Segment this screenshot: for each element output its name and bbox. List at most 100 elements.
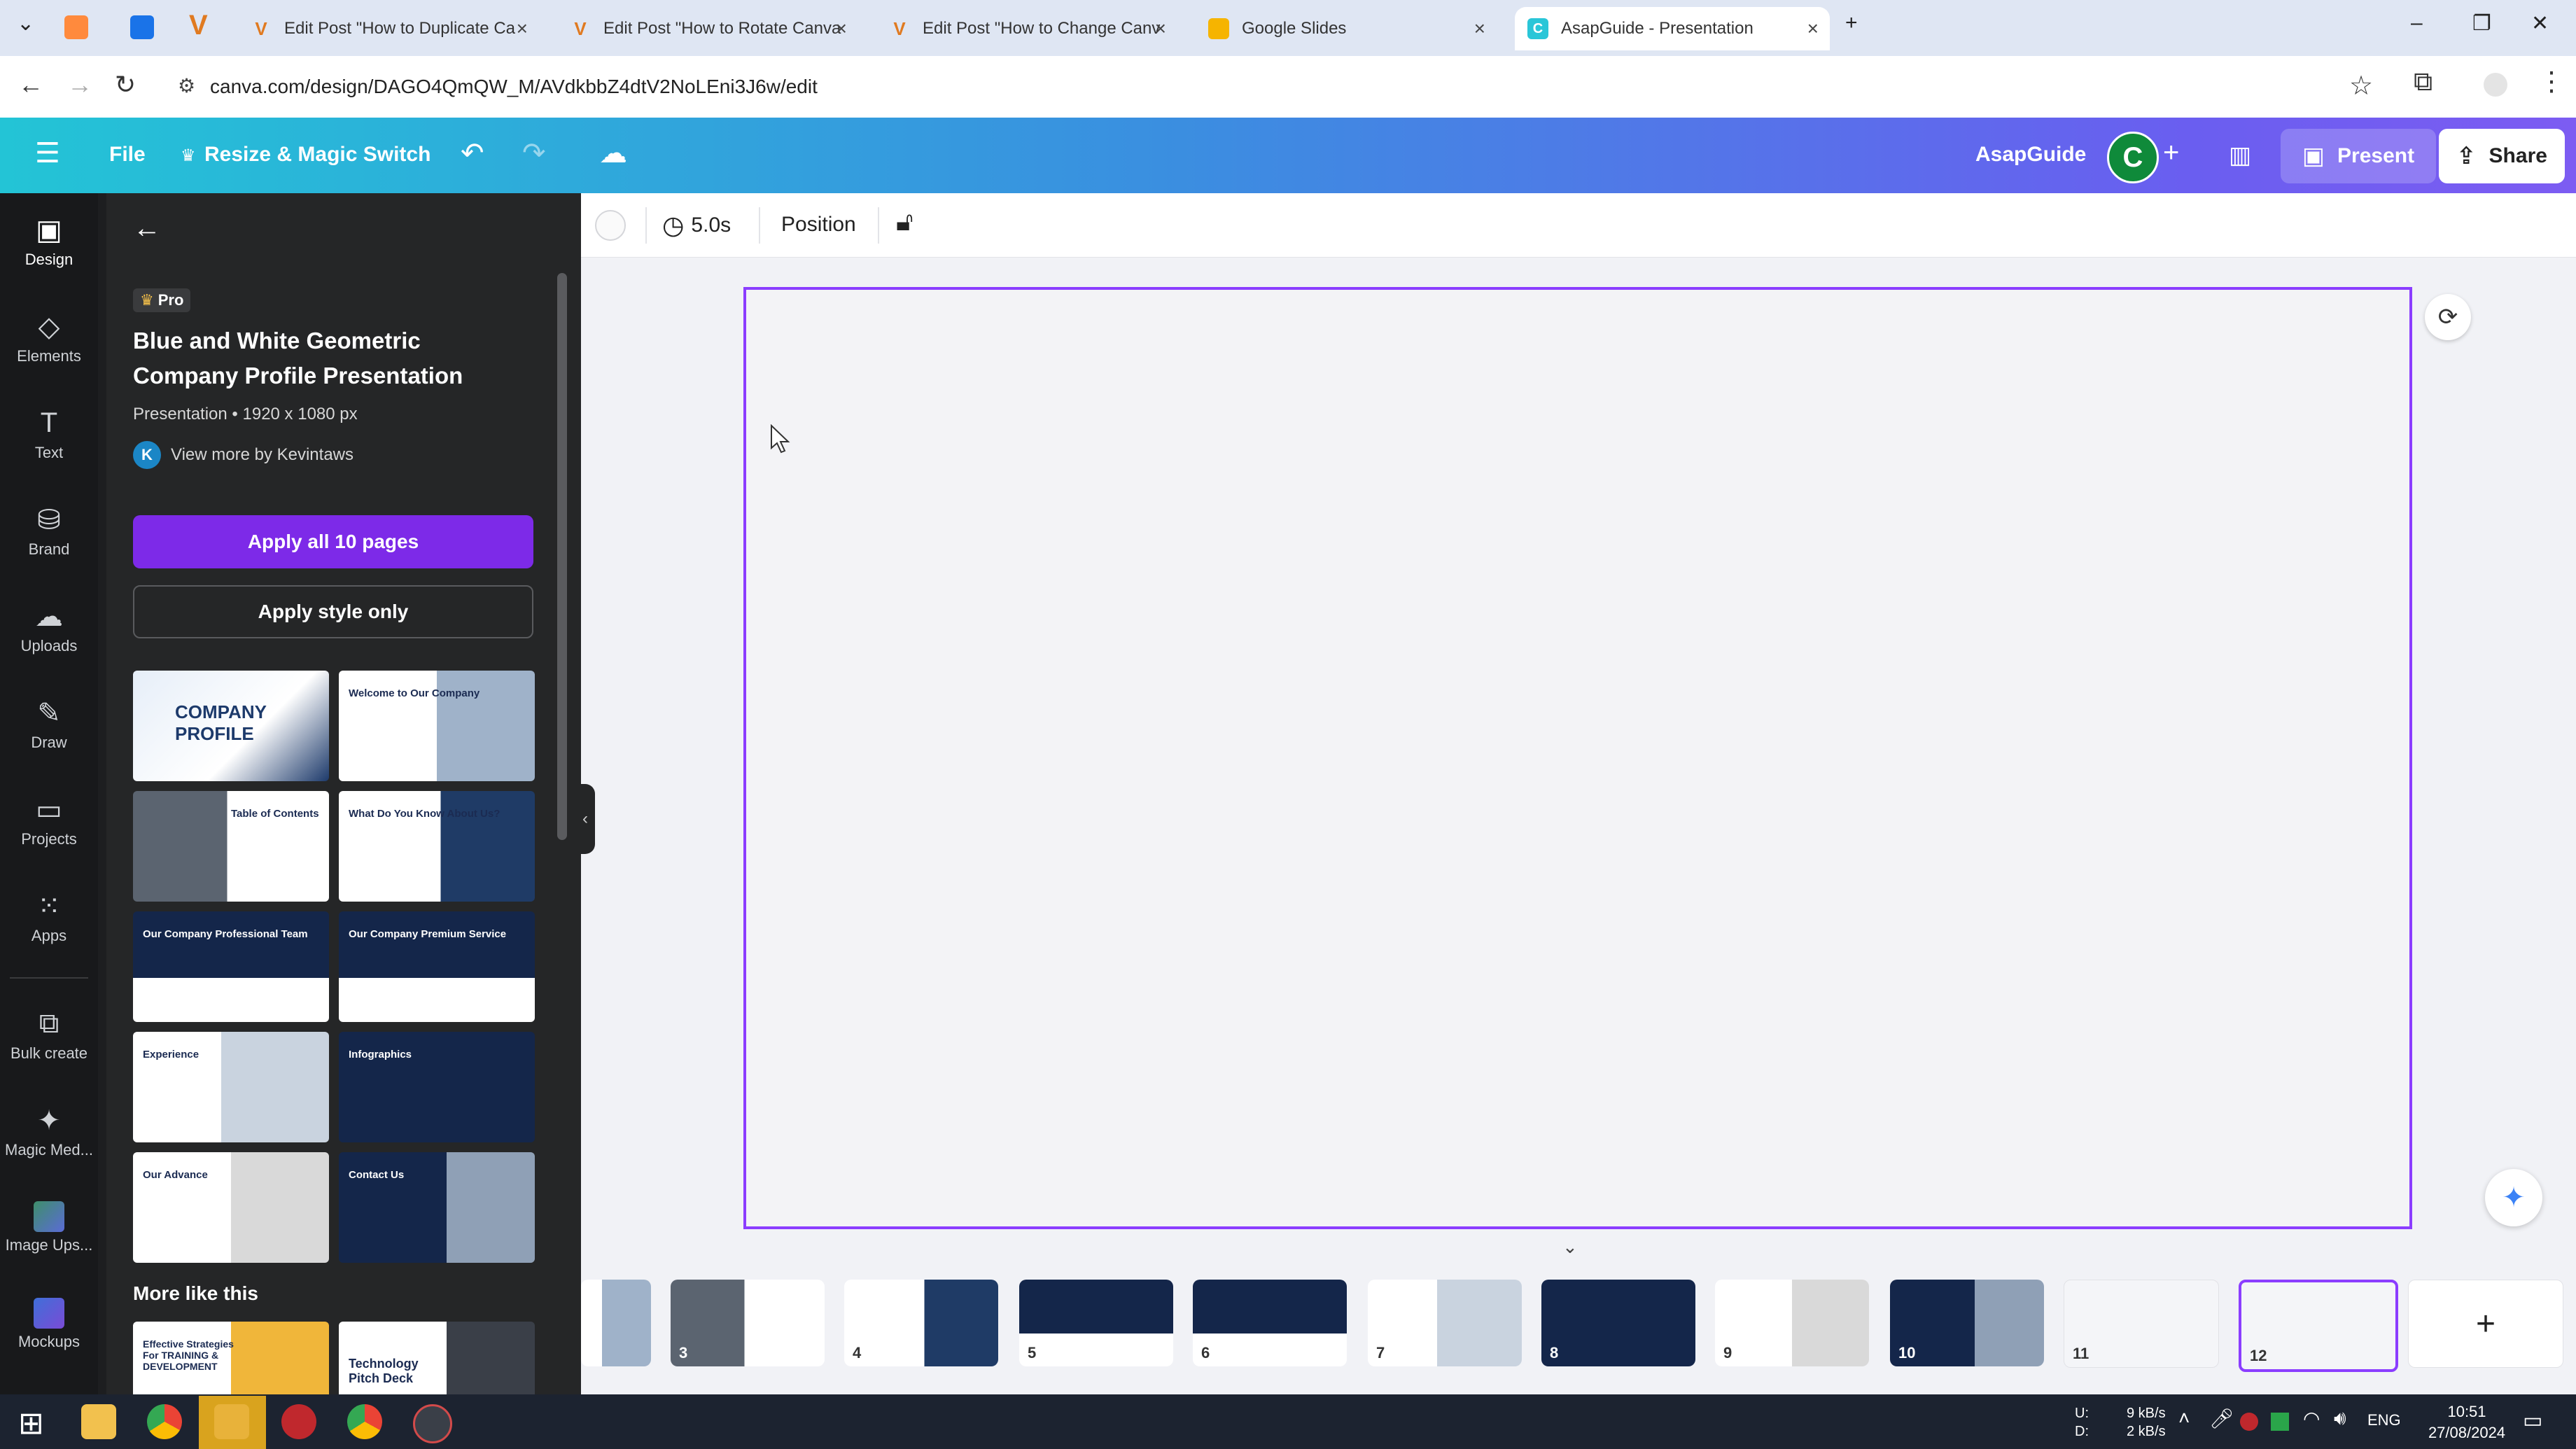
page-thumbnail-partial[interactable] (581, 1280, 651, 1366)
site-info-icon[interactable]: ⚙ (178, 74, 195, 97)
rail-item-mockups[interactable]: Mockups (0, 1298, 98, 1351)
rail-item-elements[interactable]: ◇ Elements (0, 311, 98, 365)
template-page-thumbnail[interactable]: COMPANY PROFILE (133, 671, 329, 781)
panel-scrollbar[interactable] (557, 273, 567, 840)
position-button[interactable]: Position (781, 213, 856, 237)
new-tab-icon[interactable]: + (1845, 11, 1858, 35)
tab-search-icon[interactable]: ⌄ (17, 11, 34, 36)
hamburger-menu-icon[interactable]: ☰ (35, 137, 60, 169)
page-thumbnail[interactable]: 4 (844, 1280, 998, 1366)
related-template-thumbnail[interactable]: Effective Strategies For TRAINING & DEVE… (133, 1322, 329, 1394)
rail-item-design[interactable]: ▣ Design (0, 214, 98, 269)
close-window-icon[interactable]: ✕ (2531, 11, 2549, 36)
slide-canvas[interactable] (743, 287, 2412, 1229)
rail-item-projects[interactable]: ▭ Projects (0, 794, 98, 848)
windows-start-icon[interactable]: ⊞ (18, 1406, 44, 1441)
volume-icon[interactable]: 🔊︎ (2334, 1407, 2346, 1430)
back-icon[interactable]: ← (18, 70, 43, 99)
template-page-thumbnail[interactable]: Our Company Premium Service (339, 911, 535, 1022)
rail-item-uploads[interactable]: ☁ Uploads (0, 601, 98, 655)
close-tab-icon[interactable]: × (1474, 18, 1485, 40)
language-indicator[interactable]: ENG (2367, 1411, 2401, 1429)
author-link[interactable]: K View more by Kevintaws (133, 441, 354, 469)
avatar[interactable]: C (2107, 132, 2159, 183)
pinned-tab-icon[interactable] (130, 15, 154, 39)
file-menu[interactable]: File (109, 143, 146, 167)
add-member-icon[interactable]: + (2163, 137, 2179, 169)
rail-item-draw[interactable]: ✎ Draw (0, 697, 98, 752)
pinned-tab-icon[interactable] (64, 15, 88, 39)
present-button[interactable]: ▣ Present (2281, 129, 2436, 183)
template-page-thumbnail[interactable]: Table of Contents (133, 791, 329, 902)
browser-tab[interactable]: Google Slides × (1196, 7, 1497, 50)
page-thumbnail[interactable]: 5 (1019, 1280, 1173, 1366)
browser-tab-active[interactable]: C AsapGuide - Presentation × (1515, 7, 1830, 50)
bookmark-star-icon[interactable]: ☆ (2349, 70, 2373, 102)
close-tab-icon[interactable]: × (517, 18, 528, 40)
add-page-button[interactable]: + (2408, 1280, 2563, 1368)
browser-tab[interactable]: V Edit Post "How to Change Canv × (876, 7, 1177, 50)
clock[interactable]: 10:51 27/08/2024 (2418, 1401, 2516, 1443)
forward-icon[interactable]: → (67, 70, 92, 99)
restore-icon[interactable]: ❐ (2472, 11, 2491, 36)
apply-all-pages-button[interactable]: Apply all 10 pages (133, 515, 533, 568)
rail-item-image-upscaler[interactable]: Image Ups... (0, 1201, 98, 1254)
add-comment-icon[interactable]: ⟳ (2425, 294, 2471, 340)
rail-item-magic-media[interactable]: ✦ Magic Med... (0, 1105, 98, 1159)
page-thumbnail[interactable]: 6 (1193, 1280, 1347, 1366)
recorder-icon[interactable] (281, 1404, 316, 1439)
background-color-swatch[interactable] (595, 210, 626, 241)
file-explorer-icon[interactable] (81, 1404, 116, 1439)
page-thumbnail[interactable]: 8 (1541, 1280, 1695, 1366)
apply-style-only-button[interactable]: Apply style only (133, 585, 533, 638)
share-button[interactable]: ⇪ Share (2439, 129, 2565, 183)
template-page-thumbnail[interactable]: Experience (133, 1032, 329, 1142)
undo-icon[interactable]: ↶ (461, 137, 484, 169)
notifications-icon[interactable]: ▭ (2523, 1408, 2542, 1433)
reload-icon[interactable]: ↻ (115, 70, 136, 99)
lock-icon[interactable]: 🔓︎ (896, 207, 913, 237)
close-tab-icon[interactable]: × (836, 18, 847, 40)
rail-item-brand[interactable]: ⛁ Brand (0, 504, 98, 559)
page-thumbnail-selected[interactable]: 12 (2239, 1280, 2398, 1372)
chrome-icon[interactable] (347, 1404, 382, 1439)
close-tab-icon[interactable]: × (1155, 18, 1166, 40)
template-page-thumbnail[interactable]: Infographics (339, 1032, 535, 1142)
rail-item-bulk-create[interactable]: ⧉ Bulk create (0, 1008, 98, 1063)
template-page-thumbnail[interactable]: Contact Us (339, 1152, 535, 1263)
rail-item-apps[interactable]: ⁙ Apps (0, 890, 98, 945)
team-name[interactable]: AsapGuide (1975, 143, 2086, 167)
v-logo-icon[interactable]: V (189, 10, 208, 41)
rail-item-text[interactable]: T Text (0, 407, 98, 462)
template-page-thumbnail[interactable]: What Do You Know About Us? (339, 791, 535, 902)
tray-app-icon[interactable] (2271, 1413, 2289, 1431)
url-field[interactable]: ⚙ canva.com/design/DAGO4QmQW_M/AVdkbbZ4d… (168, 64, 2408, 109)
microphone-icon[interactable]: 🎤︎ (2209, 1407, 2234, 1430)
minimize-icon[interactable]: – (2411, 11, 2423, 35)
browser-tab[interactable]: V Edit Post "How to Rotate Canva × (557, 7, 858, 50)
page-thumbnail[interactable]: 9 (1715, 1280, 1869, 1366)
close-tab-icon[interactable]: × (1807, 18, 1819, 40)
template-page-thumbnail[interactable]: Our Company Professional Team (133, 911, 329, 1022)
page-thumbnail[interactable]: 10 (1890, 1280, 2044, 1366)
template-page-thumbnail[interactable]: Welcome to Our Company (339, 671, 535, 781)
cloud-save-icon[interactable]: ☁ (599, 137, 627, 169)
extensions-icon[interactable]: ⧉ (2414, 67, 2432, 97)
redo-icon[interactable]: ↷ (522, 137, 546, 169)
template-page-thumbnail[interactable]: Our Advance (133, 1152, 329, 1263)
browser-tab[interactable]: V Edit Post "How to Duplicate Ca × (238, 7, 539, 50)
recorder-tray-icon[interactable] (2240, 1413, 2258, 1431)
insights-chart-icon[interactable]: ▥ (2229, 141, 2251, 169)
page-thumbnail[interactable]: 11 (2064, 1280, 2219, 1368)
collapse-panel-handle[interactable]: ‹ (575, 784, 595, 854)
show-hidden-icons-chevron[interactable]: ˄ (2178, 1407, 2190, 1429)
timing-button[interactable]: ◷ 5.0s (662, 209, 731, 242)
chrome-icon[interactable] (147, 1404, 182, 1439)
wifi-icon[interactable]: ◠ (2303, 1407, 2320, 1430)
profile-icon[interactable] (2484, 73, 2507, 97)
page-thumbnail[interactable]: 7 (1368, 1280, 1522, 1366)
resize-magic-switch-button[interactable]: Resize & Magic Switch (204, 143, 430, 167)
related-template-thumbnail[interactable]: Technology Pitch Deck (339, 1322, 535, 1394)
app-icon[interactable] (413, 1404, 452, 1443)
magic-assistant-icon[interactable]: ✦ (2485, 1169, 2542, 1226)
